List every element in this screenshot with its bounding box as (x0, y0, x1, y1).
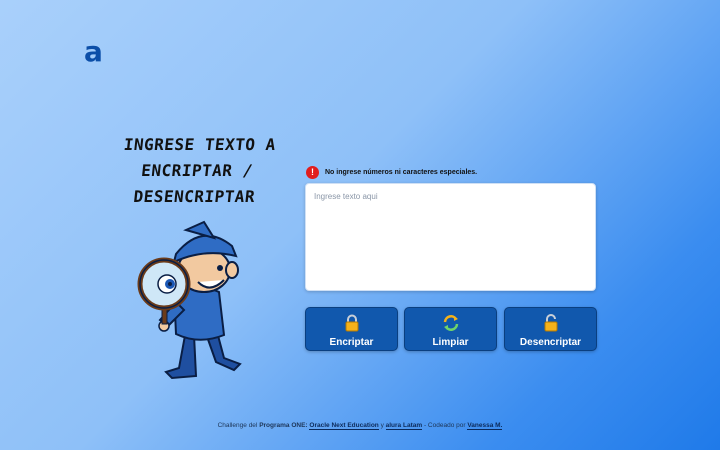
decrypt-button[interactable]: Desencriptar (504, 307, 597, 351)
author-link[interactable]: Vanessa M. (467, 422, 503, 430)
footer-and: y (380, 422, 384, 429)
oracle-link[interactable]: Oracle Next Education (309, 422, 379, 430)
lock-icon (345, 314, 358, 332)
clear-button[interactable]: Limpiar (404, 307, 497, 351)
alura-link[interactable]: alura Latam (385, 422, 423, 430)
warning-message: ! No ingrese números ni caracteres espec… (306, 164, 477, 180)
encrypt-button[interactable]: Encriptar (305, 307, 398, 351)
refresh-icon (443, 315, 458, 331)
page-title: INGRESE TEXTO A ENCRIPTAR / DESENCRIPTAR (108, 132, 286, 210)
text-input[interactable]: Ingrese texto aqui (305, 183, 596, 291)
title-line-3: DESENCRIPTAR (132, 187, 257, 206)
warning-icon: ! (306, 165, 319, 179)
unlock-icon (544, 314, 557, 332)
footer-coded: - Codeado por (423, 422, 466, 429)
clear-label: Limpiar (432, 337, 469, 348)
decrypt-label: Desencriptar (519, 337, 582, 348)
encrypt-label: Encriptar (329, 337, 374, 348)
footer: Challenge del Programa ONE: Oracle Next … (0, 422, 720, 430)
warning-text: No ingrese números ni caracteres especia… (325, 168, 478, 176)
detective-illustration (137, 220, 242, 380)
footer-program: Programa ONE: (259, 422, 308, 429)
title-line-1: INGRESE TEXTO A (122, 135, 277, 154)
footer-prefix: Challenge del (217, 422, 258, 429)
title-line-2: ENCRIPTAR / (140, 161, 254, 180)
alura-logo[interactable]: a (84, 38, 106, 66)
